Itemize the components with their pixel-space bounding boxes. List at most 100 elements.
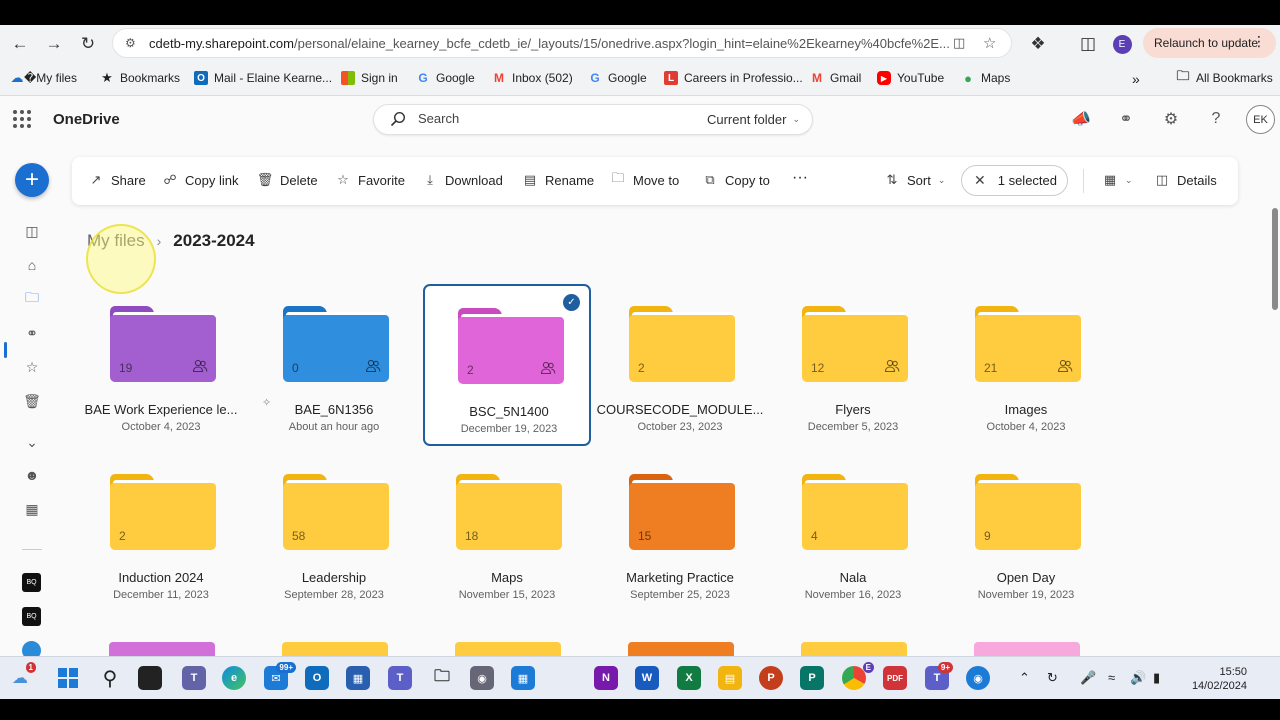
folder-tile[interactable]: 21 Images October 4, 2023 [942,284,1110,446]
publisher-icon[interactable]: P [800,666,824,690]
more-bookmarks-icon[interactable]: » [1132,71,1140,87]
folder-name[interactable]: BSC_5N1400 [425,404,593,419]
shared-people-icon[interactable]: ⚭ [22,323,42,343]
folder-tile[interactable]: 4 Nala November 16, 2023 [769,452,937,614]
bookmark-star-icon[interactable]: ☆ [983,34,996,52]
file-explorer-icon[interactable]: ▤ [718,666,742,690]
settings-gear-icon[interactable]: ⚙ [1160,108,1182,130]
app-brand[interactable]: OneDrive [53,111,120,128]
pdf-icon[interactable]: PDF [883,666,907,690]
weather-icon[interactable]: ☁ 1 [8,662,36,690]
library-app-icon[interactable]: BQ [22,607,41,626]
outlook-icon[interactable]: O [305,666,329,690]
folder-tile[interactable]: 2 COURSECODE_MODULE... October 23, 2023 [596,284,764,446]
search-scope-dropdown[interactable]: Current folder ⌄ [707,112,800,127]
scrollbar-thumb[interactable] [1272,208,1278,310]
folder-tile[interactable]: 0 BAE_6N1356 About an hour ago ✧ [250,284,418,446]
folder-tile[interactable]: 15 Marketing Practice September 25, 2023 [596,452,764,614]
folder-tile[interactable]: 58 Leadership September 28, 2023 [250,452,418,614]
folder-name[interactable]: Nala [769,570,937,585]
share-button[interactable]: ↗ Share [88,172,146,188]
chrome-icon[interactable]: E [842,662,874,690]
help-icon[interactable]: ? [1205,108,1227,130]
forward-icon[interactable]: → [42,32,66,56]
people-icon[interactable]: ☻ [22,465,42,485]
edge-icon[interactable]: e [222,666,246,690]
address-bar[interactable]: ⚙ cdetb-my.sharepoint.com/personal/elain… [112,28,1012,58]
avatar[interactable]: EK [1246,105,1275,134]
excel-icon[interactable]: X [677,666,701,690]
reload-icon[interactable]: ↻ [76,32,100,56]
relaunch-button[interactable]: Relaunch to update ⋮ [1143,28,1276,58]
store-icon[interactable]: ▦ [346,666,370,690]
breadcrumb-my-files[interactable]: My files [87,231,145,251]
powerpoint-icon[interactable]: P [759,666,783,690]
bookmark-bookmarks[interactable]: ★ Bookmarks [100,70,180,85]
copy-link-button[interactable]: ☍ Copy link [162,172,238,188]
selected-check-icon[interactable]: ✓ [563,294,580,311]
copy-to-button[interactable]: ⧉ Copy to [702,172,769,188]
my-files-folder-icon[interactable]: 🗀 [22,289,42,309]
clock[interactable]: 15:50 14/02/2024 [1183,665,1247,693]
app-launcher-icon[interactable] [13,110,31,128]
back-icon[interactable]: ← [8,32,32,56]
app-icon[interactable]: ◉ [966,666,990,690]
teams-icon[interactable]: T [182,666,206,690]
task-view-icon[interactable] [138,666,162,690]
folder-tile[interactable]: 18 Maps November 15, 2023 [423,452,591,614]
folder-tile[interactable]: 2 Induction 2024 December 11, 2023 [77,452,245,614]
bookmark-careers[interactable]: L Careers in Professio... [664,71,803,85]
move-to-button[interactable]: 🗀 Move to [610,170,679,188]
search-box[interactable]: Current folder ⌄ [373,104,813,135]
favorite-button[interactable]: ☆ Favorite [335,172,405,188]
battery-icon[interactable]: ▮ [1153,670,1160,686]
folder-name[interactable]: Open Day [942,570,1110,585]
word-icon[interactable]: W [635,666,659,690]
bookmark-my-files[interactable]: ☁ �My files [10,70,77,85]
home-panel-icon[interactable]: ◫ [22,221,42,241]
bookmark-google-2[interactable]: G Google [588,71,646,85]
search-input[interactable] [418,111,658,126]
rename-button[interactable]: ▤ Rename [522,172,594,188]
bookmark-inbox[interactable]: M Inbox (502) [492,71,573,85]
file-manager-icon[interactable]: 🗀 [430,666,454,690]
side-panel-icon[interactable]: ◫ [1076,32,1100,56]
camera-icon[interactable]: ◉ [470,666,494,690]
selection-pill[interactable]: ✕ 1 selected [961,165,1068,196]
profile-icon[interactable]: E [1110,32,1134,56]
delete-button[interactable]: 🗑 Delete [257,172,318,188]
calendar-icon[interactable]: ▦ [22,499,42,519]
home-icon[interactable]: ⌂ [22,255,42,275]
install-app-icon[interactable]: ◫ [953,35,965,51]
site-info-icon[interactable]: ⚙ [125,36,136,50]
folder-name[interactable]: Marketing Practice [596,570,764,585]
folder-name[interactable]: BAE Work Experience le... [77,402,245,417]
volume-icon[interactable]: 🔊 [1130,670,1146,686]
folder-tile[interactable]: ✓ 2 BSC_5N1400 December 19, 2023 [423,284,591,446]
teams-new-icon[interactable]: T 9+ [925,662,953,690]
folder-name[interactable]: BAE_6N1356 [250,402,418,417]
search-icon[interactable]: ⚲ [98,666,122,690]
library-app-icon[interactable]: BQ [22,573,41,592]
microphone-icon[interactable]: 🎤 [1080,670,1096,686]
folder-name[interactable]: Leadership [250,570,418,585]
site-app-icon[interactable] [22,641,41,656]
favorites-star-icon[interactable]: ☆ [22,357,42,377]
share-sync-icon[interactable]: ⚭ [1115,108,1137,130]
chevron-up-icon[interactable]: ⌃ [1019,670,1030,686]
download-button[interactable]: ⤓ Download [422,172,503,188]
folder-name[interactable]: Induction 2024 [77,570,245,585]
wifi-icon[interactable]: ≈ [1108,670,1115,685]
folder-tile[interactable]: 19 BAE Work Experience le... October 4, 20… [77,284,245,446]
bookmark-youtube[interactable]: ▶ YouTube [877,71,944,85]
all-bookmarks[interactable]: 🗀 All Bookmarks [1176,68,1272,85]
windows-start-icon[interactable] [56,666,80,690]
teams-work-icon[interactable]: T [388,666,412,690]
more-options-button[interactable]: ··· [792,169,808,187]
folder-name[interactable]: Flyers [769,402,937,417]
bookmark-mail[interactable]: O Mail - Elaine Kearne... [194,71,332,85]
bookmark-maps[interactable]: ● Maps [961,71,1010,86]
folder-name[interactable]: Images [942,402,1110,417]
mail-icon[interactable]: ✉ 99+ [264,662,296,690]
details-button[interactable]: ◫ Details [1154,172,1217,188]
